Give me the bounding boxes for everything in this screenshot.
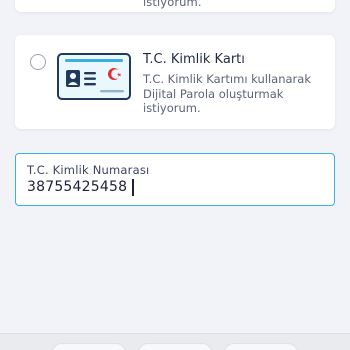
- option-card-id-card[interactable]: T.C. Kimlik Kartı T.C. Kimlik Kartımı ku…: [15, 35, 335, 129]
- bottom-button-2[interactable]: [138, 343, 212, 350]
- screen: istiyorum. T.C. Kimlik Kartı T.C. Kimlik…: [0, 0, 350, 350]
- tc-id-number-input[interactable]: [27, 179, 307, 195]
- tc-id-number-field[interactable]: T.C. Kimlik Numarası: [15, 153, 335, 206]
- option-title: T.C. Kimlik Kartı: [143, 52, 245, 67]
- id-card-icon: [57, 53, 131, 100]
- tc-id-number-label: T.C. Kimlik Numarası: [27, 163, 150, 177]
- option-card-previous[interactable]: istiyorum.: [15, 0, 335, 12]
- option-description: T.C. Kimlik Kartımı kullanarak Dijital P…: [143, 72, 311, 115]
- bottom-action-bar: [0, 333, 350, 350]
- text-caret: [132, 179, 134, 196]
- option-description-previous: istiyorum.: [143, 0, 202, 9]
- bottom-button-3[interactable]: [224, 343, 298, 350]
- bottom-button-1[interactable]: [52, 343, 126, 350]
- radio-button[interactable]: [30, 54, 46, 70]
